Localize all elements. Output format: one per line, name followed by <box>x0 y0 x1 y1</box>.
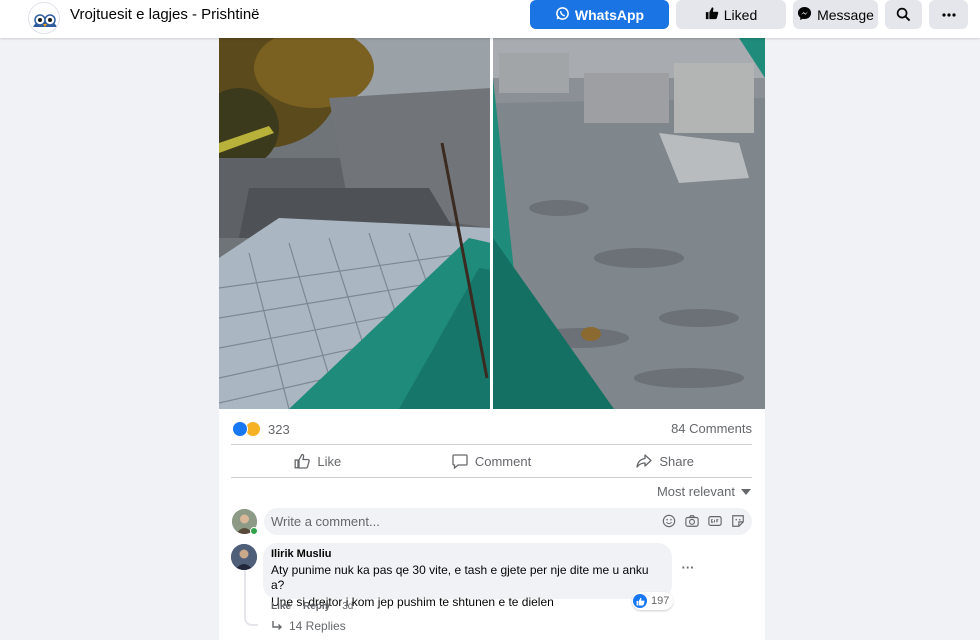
comment-like-count: 197 <box>651 595 670 607</box>
comment-meta: Like Reply 3d <box>271 601 365 612</box>
comment-input[interactable] <box>271 513 651 530</box>
page-header: Vrojtuesit e lagjes - Prishtinë WhatsApp… <box>0 0 980 38</box>
replies-count: 14 Replies <box>289 619 346 633</box>
share-icon <box>636 453 652 469</box>
share-button-label: Share <box>659 453 695 469</box>
comment-like-link[interactable]: Like <box>271 601 291 612</box>
messenger-icon <box>797 6 812 24</box>
thumbs-up-outline-icon <box>294 453 311 469</box>
share-button[interactable]: Share <box>578 446 752 476</box>
comment-text-line-1: Aty punime nuk ka pas qe 30 vite, e tash… <box>271 563 649 592</box>
comments-count-link[interactable]: 84 Comments <box>671 421 752 436</box>
message-button-label: Message <box>817 6 874 23</box>
like-reaction-icon <box>633 594 647 608</box>
comment-options-icon[interactable]: ··· <box>680 561 696 578</box>
whatsapp-button[interactable]: WhatsApp <box>530 0 669 29</box>
comment-reply-link[interactable]: Reply <box>303 601 330 612</box>
reaction-count: 323 <box>268 421 290 437</box>
post-card: 323 84 Comments Like Comment Share Most … <box>219 38 765 640</box>
comment-author-name[interactable]: Ilirik Musliu <box>271 548 664 561</box>
liked-button[interactable]: Liked <box>676 0 786 29</box>
comment-reaction-count[interactable]: 197 <box>632 592 674 610</box>
whatsapp-icon <box>555 6 570 24</box>
comment-timestamp[interactable]: 3d <box>342 601 353 612</box>
composer-tools <box>654 513 746 529</box>
search-button[interactable] <box>885 0 922 29</box>
camera-icon[interactable] <box>684 513 700 529</box>
emoji-icon[interactable] <box>661 513 677 529</box>
comment-button[interactable]: Comment <box>405 446 579 476</box>
comment-composer[interactable] <box>264 508 752 535</box>
like-reaction-icon <box>232 421 248 437</box>
page-title[interactable]: Vrojtuesit e lagjes - Prishtinë <box>70 6 260 24</box>
comment-bubble: Ilirik Musliu Aty punime nuk ka pas qe 3… <box>263 543 672 609</box>
like-button-label: Like <box>317 453 342 469</box>
search-icon <box>896 7 911 22</box>
whatsapp-button-label: WhatsApp <box>574 6 645 23</box>
divider <box>231 444 752 445</box>
owl-logo-icon <box>33 14 57 27</box>
caret-down-icon <box>741 488 751 495</box>
post-photo-image <box>219 38 765 409</box>
online-status-dot <box>250 527 258 535</box>
reply-thread-line <box>244 568 258 626</box>
comment-icon <box>452 453 468 469</box>
gif-icon[interactable] <box>707 513 723 529</box>
reply-arrow-icon <box>271 620 283 632</box>
reaction-summary[interactable]: 323 <box>232 419 290 439</box>
comment-author-avatar[interactable] <box>231 544 257 570</box>
message-button[interactable]: Message <box>793 0 878 29</box>
sticker-icon[interactable] <box>730 513 746 529</box>
post-actions: Like Comment Share <box>231 446 752 476</box>
page-avatar[interactable] <box>28 2 60 34</box>
comment-sort-dropdown[interactable]: Most relevant <box>657 484 751 499</box>
thumbs-up-icon <box>705 6 719 23</box>
liked-button-label: Liked <box>723 6 758 23</box>
more-button[interactable] <box>929 0 968 29</box>
like-button[interactable]: Like <box>231 446 405 476</box>
post-photo[interactable] <box>219 38 765 409</box>
divider <box>231 477 752 478</box>
view-replies-link[interactable]: 14 Replies <box>271 619 346 633</box>
more-icon <box>941 12 956 17</box>
comment-button-label: Comment <box>474 453 532 469</box>
author-avatar-image <box>231 544 257 570</box>
sort-label: Most relevant <box>656 484 735 499</box>
